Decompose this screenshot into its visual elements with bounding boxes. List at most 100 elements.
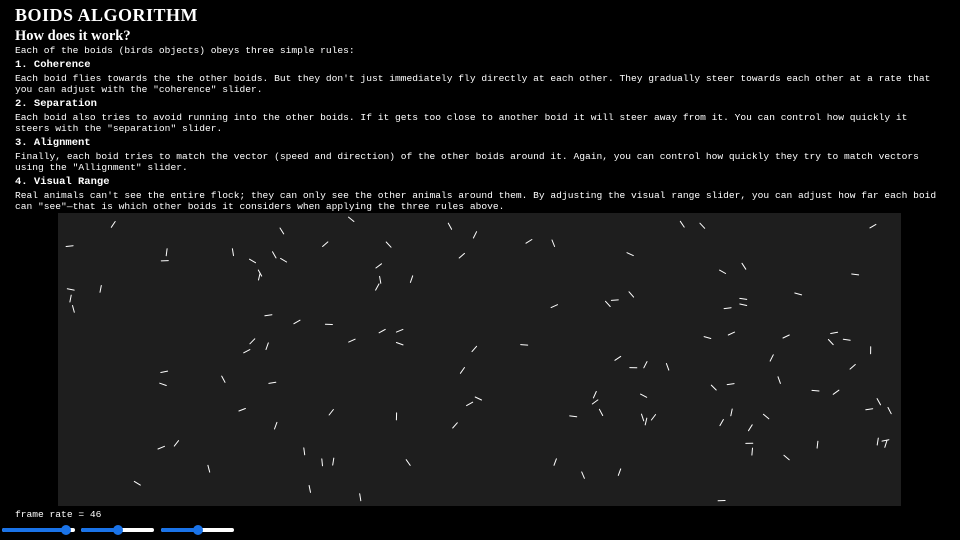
boid xyxy=(133,480,141,486)
separation-slider-thumb[interactable] xyxy=(112,525,123,535)
boid xyxy=(727,331,736,336)
coherence-slider-thumb[interactable] xyxy=(61,525,72,535)
boid xyxy=(703,336,712,339)
boid xyxy=(723,307,732,310)
boid xyxy=(280,257,288,263)
rule-text-separation: Each boid also tries to avoid running in… xyxy=(15,112,908,134)
boid xyxy=(876,437,879,446)
rule-text-coherence: Each boid flies towards the the other bo… xyxy=(15,73,931,95)
boid xyxy=(65,245,74,247)
boid xyxy=(520,344,529,346)
boid xyxy=(605,300,611,307)
boid xyxy=(777,376,781,384)
boid xyxy=(865,408,874,411)
boid xyxy=(110,221,116,228)
boid xyxy=(769,354,774,362)
boid xyxy=(849,364,856,370)
boid xyxy=(569,415,578,418)
coherence-slider[interactable] xyxy=(2,525,75,535)
rule-title-separation: 2. Separation xyxy=(15,98,97,110)
slider-row xyxy=(0,523,960,537)
boid xyxy=(99,285,102,293)
boid xyxy=(783,454,790,461)
boid xyxy=(851,273,860,276)
boid xyxy=(395,328,404,333)
boid xyxy=(405,459,411,466)
boid xyxy=(258,272,261,281)
boid xyxy=(581,471,585,479)
boid xyxy=(265,342,269,350)
alignment-slider-thumb[interactable] xyxy=(192,525,203,535)
boid xyxy=(471,345,478,353)
boid xyxy=(887,407,892,415)
boid xyxy=(592,391,597,399)
intro-text: Each of the boids (birds objects) obeys … xyxy=(15,45,355,56)
boid xyxy=(665,363,670,371)
boid xyxy=(409,275,414,283)
page-subtitle: How does it work? xyxy=(15,28,131,44)
boid xyxy=(322,241,329,247)
boid xyxy=(348,338,356,343)
boid xyxy=(472,231,478,239)
boid xyxy=(268,381,277,384)
boid xyxy=(72,305,75,313)
boid xyxy=(794,292,803,296)
boid xyxy=(279,227,285,235)
boid xyxy=(641,413,645,422)
boid xyxy=(525,239,533,244)
boid xyxy=(466,401,474,407)
boid xyxy=(884,440,888,448)
boids-canvas xyxy=(58,213,901,506)
boid xyxy=(69,294,72,303)
boid xyxy=(726,383,735,386)
boid xyxy=(816,440,819,449)
boid xyxy=(730,408,733,417)
boid xyxy=(830,331,839,334)
boid xyxy=(274,421,278,430)
boid xyxy=(249,338,256,345)
boid xyxy=(249,258,256,264)
boid xyxy=(458,252,465,259)
boid xyxy=(243,349,251,354)
boid xyxy=(452,422,458,429)
boid xyxy=(881,439,890,442)
boid xyxy=(598,408,604,416)
boid xyxy=(617,468,622,476)
frame-rate-label: frame rate = 46 xyxy=(15,509,102,520)
boid xyxy=(751,447,753,456)
boid xyxy=(385,241,392,248)
boid xyxy=(739,303,748,306)
rule-text-visual-range: Real animals can't see the entire flock;… xyxy=(15,190,937,212)
boid xyxy=(321,458,323,467)
boid xyxy=(459,367,465,374)
alignment-slider[interactable] xyxy=(161,525,234,535)
boid xyxy=(293,319,301,325)
boid xyxy=(550,304,558,309)
boid xyxy=(221,375,226,383)
boid xyxy=(165,248,168,257)
boid xyxy=(553,458,557,466)
boid xyxy=(207,464,211,473)
rule-title-alignment: 3. Alignment xyxy=(15,137,91,149)
boid xyxy=(303,447,306,456)
boid xyxy=(591,399,599,405)
boid xyxy=(610,299,619,301)
boid xyxy=(782,334,790,339)
boid xyxy=(679,220,685,228)
rule-title-visual-range: 4. Visual Range xyxy=(15,176,110,188)
boid xyxy=(159,382,167,386)
boid xyxy=(447,222,453,230)
boid xyxy=(643,361,648,369)
boid xyxy=(272,251,277,259)
rule-text-alignment: Finally, each boid tries to match the ve… xyxy=(15,151,919,173)
boid xyxy=(869,223,877,229)
boid xyxy=(395,342,404,346)
boid xyxy=(640,393,648,398)
boid xyxy=(332,457,335,466)
separation-slider[interactable] xyxy=(81,525,154,535)
rule-title-coherence: 1. Coherence xyxy=(15,59,91,71)
boid xyxy=(644,417,648,426)
boid xyxy=(762,413,770,420)
article: BOIDS ALGORITHM How does it work? Each o… xyxy=(15,5,945,212)
boid xyxy=(348,216,355,222)
